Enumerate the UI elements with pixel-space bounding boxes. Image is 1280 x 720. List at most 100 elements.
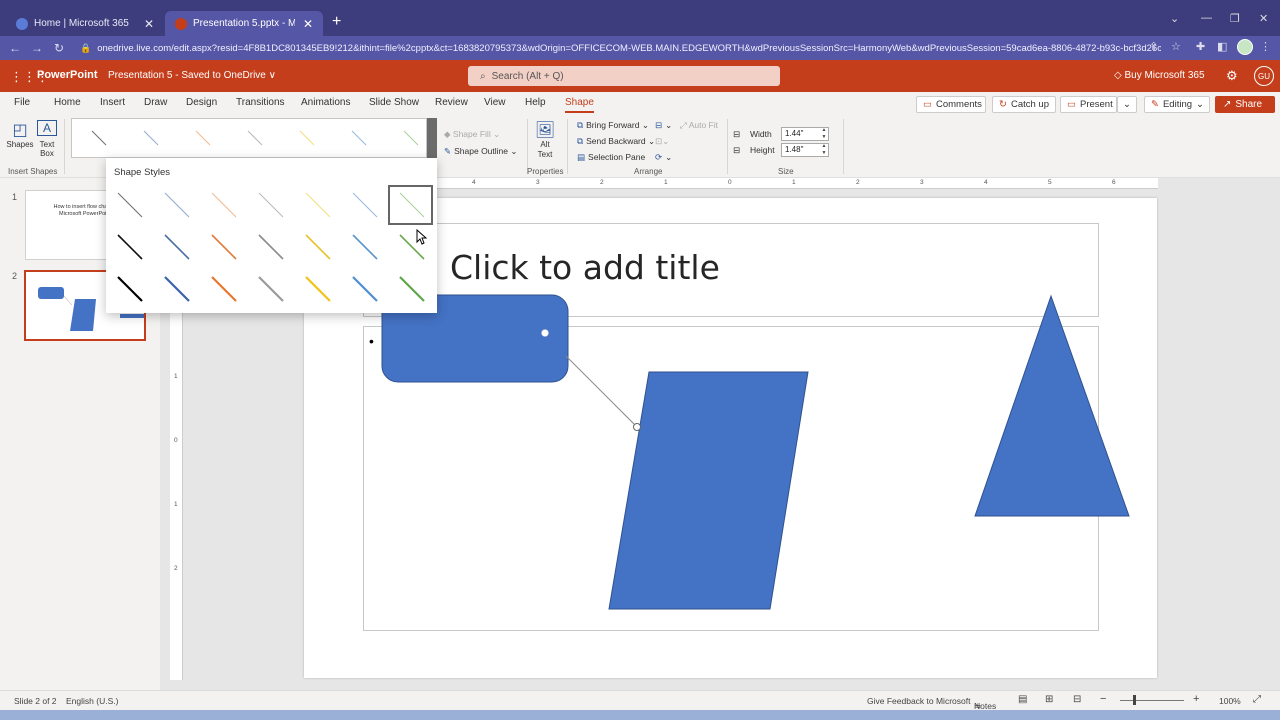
shape-style-option[interactable]	[352, 234, 378, 260]
gallery-style-option[interactable]	[143, 130, 159, 146]
sidebar-icon[interactable]: ◧	[1217, 40, 1227, 53]
width-spinner[interactable]: ▲ ▼	[820, 127, 828, 141]
back-icon[interactable]: ←	[4, 41, 26, 55]
reading-view-icon[interactable]: ⊟	[1073, 694, 1081, 705]
new-tab-button[interactable]: +	[332, 13, 341, 31]
user-avatar[interactable]: GU	[1254, 66, 1274, 86]
shape-style-option[interactable]	[258, 234, 284, 260]
gallery-style-option[interactable]	[91, 130, 107, 146]
gallery-style-option[interactable]	[299, 130, 315, 146]
tab-insert[interactable]: Insert	[100, 97, 125, 108]
shape-fill-button[interactable]: ◆ Shape Fill ⌄	[444, 129, 500, 140]
alt-text-button[interactable]: 🖼 Alt Text	[530, 120, 560, 160]
align-button[interactable]: ⊟ ⌄	[655, 120, 672, 131]
tab-search-icon[interactable]: ⌄	[1170, 12, 1179, 25]
window-close-icon[interactable]: ✕	[1259, 12, 1268, 25]
tab-file[interactable]: File	[14, 97, 30, 108]
close-icon[interactable]: ✕	[295, 17, 313, 31]
tab-draw[interactable]: Draw	[144, 97, 167, 108]
shape-style-option[interactable]	[117, 234, 143, 260]
browser-tab-home[interactable]: Home | Microsoft 365 ✕	[6, 11, 164, 36]
slide-sorter-icon[interactable]: ⊞	[1045, 694, 1053, 705]
catch-up-button[interactable]: ↻ Catch up	[992, 96, 1056, 113]
outline-icon: ✎	[444, 146, 452, 156]
gallery-expand-button[interactable]	[427, 118, 437, 158]
browser-tab-presentation[interactable]: Presentation 5.pptx - Microsoft P ✕	[165, 11, 323, 36]
shape-style-option[interactable]	[164, 192, 190, 218]
tab-review[interactable]: Review	[435, 97, 468, 108]
bring-forward-button[interactable]: ⧉ Bring Forward ⌄	[577, 120, 649, 131]
fit-to-window-icon[interactable]: ⤢	[1253, 694, 1261, 705]
shape-style-option[interactable]	[352, 192, 378, 218]
shape-style-option[interactable]	[399, 276, 425, 302]
zoom-level[interactable]: 100%	[1219, 696, 1241, 706]
shape-style-option[interactable]	[164, 276, 190, 302]
share-button[interactable]: ↗ Share	[1215, 96, 1275, 113]
shape-style-option[interactable]	[305, 192, 331, 218]
send-backward-button[interactable]: ⧉ Send Backward ⌄	[577, 136, 655, 147]
text-box-button[interactable]: A Text Box	[32, 120, 62, 158]
search-input[interactable]: ⌕ Search (Alt + Q)	[468, 66, 780, 86]
gallery-style-option[interactable]	[195, 130, 211, 146]
shape-style-option[interactable]	[305, 234, 331, 260]
gallery-style-option[interactable]	[351, 130, 367, 146]
minimize-icon[interactable]: —	[1201, 12, 1212, 24]
buy-microsoft-365-link[interactable]: ◇ Buy Microsoft 365	[1114, 70, 1205, 81]
shape-style-option[interactable]	[352, 276, 378, 302]
rotate-button[interactable]: ⟳ ⌄	[655, 152, 672, 163]
editing-mode-button[interactable]: ✎ Editing ⌄	[1144, 96, 1210, 113]
shape-style-option[interactable]	[117, 192, 143, 218]
reload-icon[interactable]: ↻	[48, 41, 70, 55]
shape-outline-button[interactable]: ✎ Shape Outline ⌄	[444, 146, 517, 157]
extensions-icon[interactable]: ✚	[1196, 40, 1205, 53]
height-spinner[interactable]: ▲ ▼	[820, 143, 828, 157]
slide-title-text[interactable]: Click to add title	[450, 248, 720, 287]
tab-design[interactable]: Design	[186, 97, 217, 108]
tab-help[interactable]: Help	[525, 97, 546, 108]
shape-style-option[interactable]	[258, 192, 284, 218]
tab-animations[interactable]: Animations	[301, 97, 350, 108]
shape-styles-gallery[interactable]	[71, 118, 427, 158]
language-indicator[interactable]: English (U.S.)	[66, 696, 118, 706]
present-button[interactable]: ▭ Present	[1060, 96, 1117, 113]
browser-menu-icon[interactable]: ⋮	[1260, 40, 1271, 53]
shape-style-option[interactable]	[305, 276, 331, 302]
gear-icon[interactable]: ⚙	[1226, 68, 1238, 84]
shapes-button[interactable]: ◰ Shapes	[5, 120, 35, 149]
star-icon[interactable]: ☆	[1171, 40, 1181, 53]
content-placeholder[interactable]	[363, 326, 1099, 631]
auto-fit-button[interactable]: ⤢ Auto Fit	[680, 120, 718, 131]
zoom-slider-thumb[interactable]	[1133, 695, 1136, 705]
normal-view-icon[interactable]: ▤	[1018, 694, 1027, 705]
restore-icon[interactable]: ❐	[1230, 12, 1240, 25]
align-icon: ⊟	[655, 120, 663, 130]
shape-style-option[interactable]	[211, 234, 237, 260]
feedback-link[interactable]: Give Feedback to Microsoft	[867, 696, 970, 706]
zoom-out-icon[interactable]: −	[1100, 693, 1106, 705]
selection-pane-button[interactable]: ▤ Selection Pane	[577, 152, 645, 163]
share-page-icon[interactable]: ⇪	[1149, 40, 1158, 53]
url-input[interactable]: 🔒 onedrive.live.com/edit.aspx?resid=4F8B…	[76, 39, 1161, 57]
gallery-style-option[interactable]	[403, 130, 419, 146]
tab-slide-show[interactable]: Slide Show	[369, 97, 419, 108]
zoom-slider[interactable]	[1120, 700, 1184, 701]
tab-transitions[interactable]: Transitions	[236, 97, 285, 108]
shape-style-option[interactable]	[211, 276, 237, 302]
comments-button[interactable]: ▭ Comments	[916, 96, 986, 113]
present-dropdown[interactable]: ⌄	[1117, 96, 1137, 113]
shape-style-option[interactable]	[164, 234, 190, 260]
app-name[interactable]: PowerPoint	[37, 69, 98, 81]
zoom-in-icon[interactable]: +	[1193, 693, 1199, 705]
shape-style-option[interactable]	[211, 192, 237, 218]
document-title[interactable]: Presentation 5 - Saved to OneDrive ∨	[108, 70, 276, 81]
group-button[interactable]: ⊡⌄	[655, 136, 669, 147]
shape-style-option[interactable]	[117, 276, 143, 302]
gallery-style-option[interactable]	[247, 130, 263, 146]
tab-view[interactable]: View	[484, 97, 506, 108]
tab-home[interactable]: Home	[54, 97, 81, 108]
browser-profile-avatar[interactable]	[1237, 39, 1253, 55]
tab-shape[interactable]: Shape	[565, 97, 594, 113]
close-icon[interactable]: ✕	[136, 17, 154, 31]
shape-style-option[interactable]	[258, 276, 284, 302]
forward-icon[interactable]: →	[26, 41, 48, 55]
